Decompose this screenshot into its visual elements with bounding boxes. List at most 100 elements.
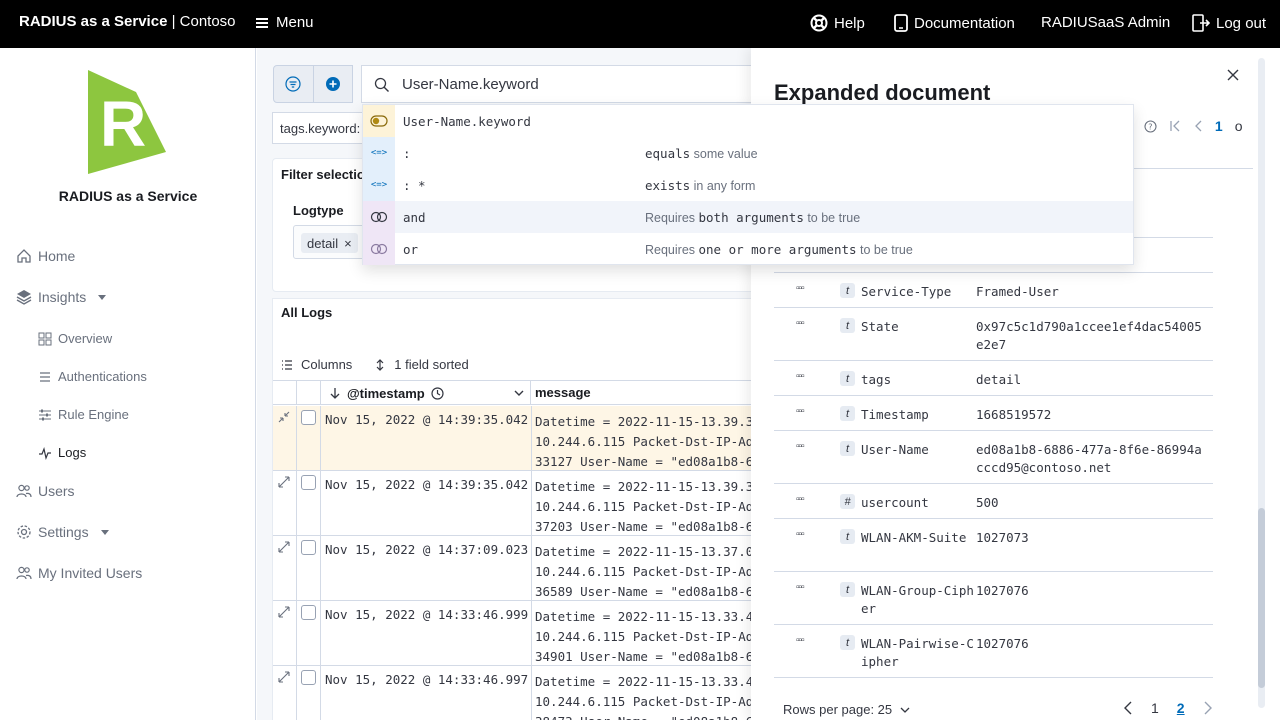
documentation-link[interactable]: Documentation (894, 14, 1015, 32)
header-cell-expand (273, 381, 297, 405)
suggestion-label: : (403, 146, 411, 161)
page-button-1[interactable]: 1 (1151, 700, 1159, 716)
close-icon[interactable]: × (344, 236, 352, 251)
row-actions-icon[interactable]: ▫▫▫ (796, 283, 805, 294)
documentation-label: Documentation (914, 14, 1015, 32)
search-input[interactable]: User-Name.keyword (361, 65, 781, 103)
table-row[interactable]: Nov 15, 2022 @ 14:39:35.042 Datetime = 2… (273, 471, 773, 536)
grid-check-icon (38, 332, 52, 345)
message-header-label[interactable]: message (535, 385, 591, 400)
tags-filter-field[interactable]: tags.keyword: (272, 112, 372, 144)
suggestion-item[interactable]: <=> : * exists in any form (363, 169, 1133, 201)
sidebar-item-settings[interactable]: Settings (16, 524, 109, 540)
collapse-icon[interactable] (278, 411, 290, 423)
field-value: 1027076 (976, 583, 1029, 598)
row-checkbox[interactable] (301, 605, 316, 620)
hamburger-icon (256, 17, 268, 28)
row-checkbox[interactable] (301, 670, 316, 685)
document-navigation: ts ? 1 o (1121, 118, 1242, 134)
chevron-down-icon[interactable] (514, 389, 524, 397)
menu-button[interactable]: Menu (256, 14, 314, 31)
chevron-left-icon[interactable] (1193, 120, 1203, 132)
sort-button[interactable]: 1 field sorted (374, 357, 469, 372)
invited-users-icon (16, 566, 32, 580)
doc-field-row[interactable]: ▫▫▫ # usercount 500 (774, 484, 1213, 519)
row-checkbox[interactable] (301, 410, 316, 425)
sidebar-item-home[interactable]: Home (16, 248, 75, 264)
row-actions-icon[interactable]: ▫▫▫ (796, 635, 805, 646)
expand-cell (273, 536, 297, 600)
pulse-icon (39, 446, 51, 460)
row-actions-icon[interactable]: ▫▫▫ (796, 441, 805, 452)
suggestion-item[interactable]: <=> : equals some value (363, 137, 1133, 169)
brand-name: RADIUS as a Service (19, 13, 168, 30)
admin-link[interactable]: RADIUSaaS Admin (1041, 14, 1170, 31)
sidebar-item-overview[interactable]: Overview (38, 331, 112, 346)
add-filter-button[interactable] (312, 66, 352, 102)
page-button-2[interactable]: 2 (1177, 700, 1185, 716)
select-cell (297, 471, 321, 535)
brand[interactable]: RADIUS as a Service | Contoso (19, 13, 236, 30)
doc-field-row[interactable]: ▫▫▫ t WLAN-AKM-Suite 1027073 (774, 519, 1213, 572)
row-message: Datetime = 2022-11-15-13.33.46 10.244.6.1… (535, 609, 761, 664)
row-timestamp: Nov 15, 2022 @ 14:33:46.999 (325, 607, 529, 622)
expand-icon[interactable] (278, 671, 290, 683)
saved-query-button[interactable] (274, 66, 313, 102)
row-checkbox[interactable] (301, 540, 316, 555)
field-value: 500 (976, 495, 999, 510)
doc-field-row[interactable]: ▫▫▫ t State 0x97c5c1d790a1ccee1ef4dac540… (774, 308, 1213, 361)
sidebar-item-authentications[interactable]: Authentications (38, 369, 147, 384)
doc-field-row[interactable]: ▫▫▫ t Timestamp 1668519572 (774, 396, 1213, 431)
sidebar-item-users[interactable]: Users (16, 483, 75, 499)
sidebar-item-insights[interactable]: Insights (16, 289, 107, 305)
expand-icon[interactable] (278, 476, 290, 488)
column-header-timestamp[interactable]: @timestamp (321, 381, 531, 405)
expand-icon[interactable] (278, 541, 290, 553)
grid-toolbar: Columns 1 field sorted (281, 357, 469, 372)
row-message: Datetime = 2022-11-15-13.33.44 10.244.6.1… (535, 674, 761, 720)
suggestion-item[interactable]: User-Name.keyword (363, 105, 1133, 137)
columns-button[interactable]: Columns (281, 357, 352, 372)
logtype-combobox[interactable]: detail × (293, 225, 373, 259)
first-page-icon[interactable] (1169, 120, 1181, 132)
sidebar-item-rule-engine[interactable]: Rule Engine (38, 407, 129, 422)
row-actions-icon[interactable]: ▫▫▫ (796, 318, 805, 329)
sidebar-item-invited-users[interactable]: My Invited Users (16, 565, 142, 581)
expand-icon[interactable] (278, 606, 290, 618)
rows-per-page-select[interactable]: Rows per page: 25 (783, 702, 910, 717)
suggestion-item[interactable]: or Requires one or more arguments to be … (363, 233, 1133, 265)
help-link[interactable]: Help (810, 14, 865, 32)
chevron-left-icon[interactable] (1123, 701, 1133, 715)
home-icon (17, 249, 31, 263)
expand-cell (273, 406, 297, 470)
suggestion-item[interactable]: and Requires both arguments to be true (363, 201, 1133, 233)
doc-field-row[interactable]: ▫▫▫ t User-Name ed08a1b8-6886-477a-8f6e-… (774, 431, 1213, 484)
sidebar-title: RADIUS as a Service (58, 188, 198, 204)
row-checkbox[interactable] (301, 475, 316, 490)
help-circle-icon[interactable]: ? (1144, 119, 1157, 133)
row-actions-icon[interactable]: ▫▫▫ (796, 529, 805, 540)
table-row[interactable]: Nov 15, 2022 @ 14:33:46.997 Datetime = 2… (273, 666, 773, 720)
row-actions-icon[interactable]: ▫▫▫ (796, 371, 805, 382)
chevron-right-icon[interactable] (1203, 701, 1213, 715)
doc-field-row[interactable]: ▫▫▫ t WLAN-Group-Cipher 1027076 (774, 572, 1213, 625)
logout-button[interactable]: Log out (1192, 14, 1266, 32)
sidebar-item-logs[interactable]: Logs (38, 445, 86, 460)
table-row[interactable]: Nov 15, 2022 @ 14:33:46.999 Datetime = 2… (273, 601, 773, 666)
close-icon[interactable] (1226, 68, 1240, 82)
field-name: State (861, 319, 899, 334)
doc-field-row[interactable]: ▫▫▫ t Service-Type Framed-User (774, 273, 1213, 308)
row-actions-icon[interactable]: ▫▫▫ (796, 494, 805, 505)
table-row[interactable]: Nov 15, 2022 @ 14:37:09.023 Datetime = 2… (273, 536, 773, 601)
row-actions-icon[interactable]: ▫▫▫ (796, 582, 805, 593)
doc-field-row[interactable]: ▫▫▫ t tags detail (774, 361, 1213, 396)
row-timestamp: Nov 15, 2022 @ 14:39:35.042 (325, 477, 529, 492)
field-type-icon: t (840, 441, 855, 456)
field-value: 1027076 (976, 636, 1029, 651)
row-actions-icon[interactable]: ▫▫▫ (796, 406, 805, 417)
table-row[interactable]: Nov 15, 2022 @ 14:39:35.042 Datetime = 2… (273, 406, 773, 471)
doc-field-row[interactable]: ▫▫▫ t WLAN-Pairwise-Cipher 1027076 (774, 625, 1213, 678)
sidebar-item-label: Users (38, 483, 75, 499)
field-value: 1027073 (976, 530, 1029, 545)
flyout-scrollbar-thumb[interactable] (1258, 508, 1265, 688)
